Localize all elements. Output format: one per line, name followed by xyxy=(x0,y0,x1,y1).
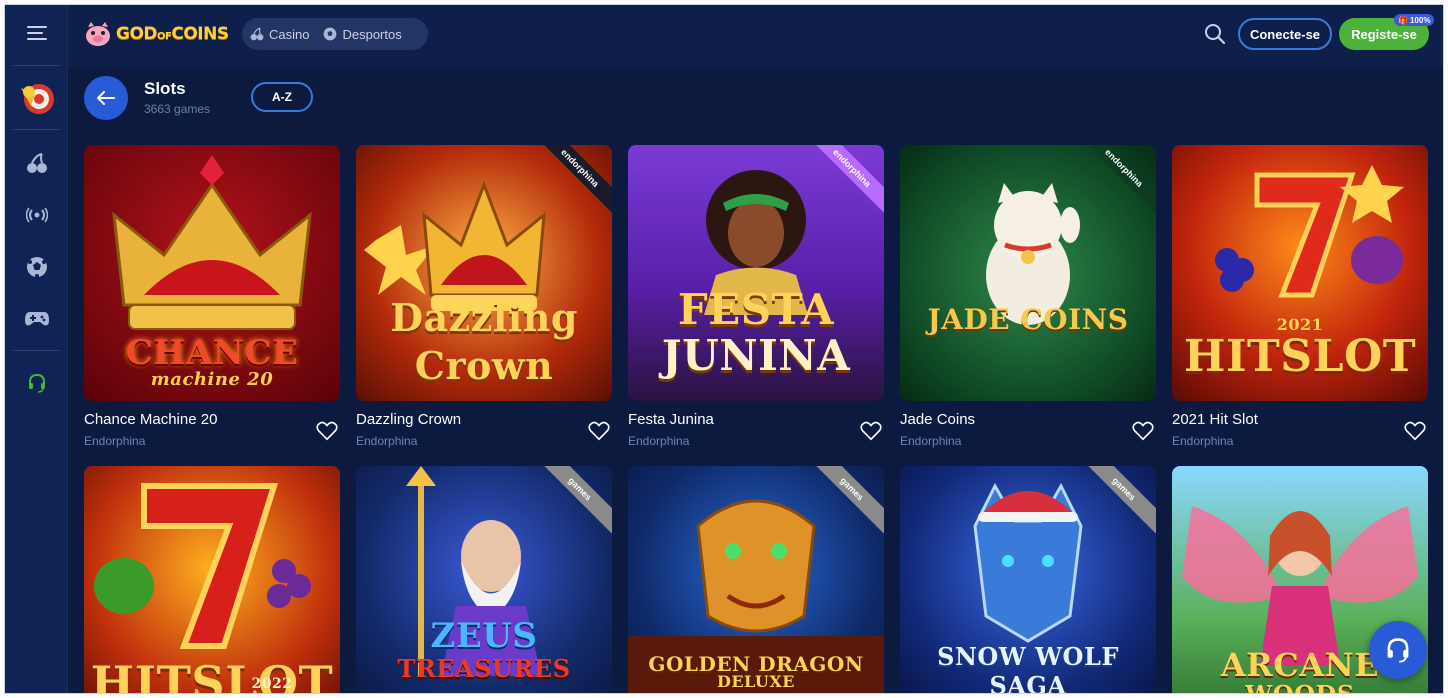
game-thumbnail[interactable]: endorphina FESTA JUNINA xyxy=(628,145,884,401)
main-nav: Casino Desportos xyxy=(242,18,428,50)
menu-icon[interactable] xyxy=(5,10,68,56)
soccer-ball-icon[interactable] xyxy=(5,244,68,290)
game-card[interactable]: CHANCE machine 20 Chance Machine 20 Endo… xyxy=(84,145,340,448)
game-card[interactable]: endorphina Dazzling Crown Dazzling Crown… xyxy=(356,145,612,448)
cherry-icon xyxy=(250,27,264,41)
headset-icon[interactable] xyxy=(5,360,68,406)
art-title: Dazzling xyxy=(390,295,578,340)
favorite-heart-icon[interactable] xyxy=(860,421,882,441)
game-thumbnail[interactable]: CHANCE machine 20 xyxy=(84,145,340,401)
game-provider: Endorphina xyxy=(1172,434,1234,448)
pig-mascot-icon xyxy=(86,22,110,46)
game-title[interactable]: Dazzling Crown xyxy=(356,411,461,428)
cherry-icon[interactable] xyxy=(5,140,68,186)
register-bonus-badge: 🎁 100% xyxy=(1394,14,1435,26)
search-icon[interactable] xyxy=(1204,23,1226,45)
game-card[interactable]: games SNOW WOLF SAGA xyxy=(900,466,1156,694)
art-subtitle: TREASURES xyxy=(397,654,571,683)
game-provider: Endorphina xyxy=(356,434,418,448)
art-subtitle: machine 20 xyxy=(150,369,274,390)
favorite-heart-icon[interactable] xyxy=(588,421,610,441)
game-thumbnail[interactable]: HITSLOT 2022 xyxy=(84,466,340,693)
game-card[interactable]: HITSLOT 2022 xyxy=(84,466,340,693)
game-title[interactable]: Festa Junina xyxy=(628,411,714,428)
art-title: JADE COINS xyxy=(927,303,1129,336)
game-thumbnail[interactable]: games ZEUS TREASURES xyxy=(356,466,612,693)
game-provider: Endorphina xyxy=(628,434,690,448)
gamepad-icon[interactable] xyxy=(5,296,68,342)
sidebar xyxy=(5,5,68,693)
game-thumbnail[interactable]: endorphina JADE COINS xyxy=(900,145,1156,401)
game-card[interactable]: games ZEUS TREASURES xyxy=(356,466,612,693)
art-subtitle: Crown xyxy=(414,343,554,388)
game-thumbnail[interactable]: games SNOW WOLF SAGA xyxy=(900,466,1156,694)
login-button[interactable]: Conecte-se xyxy=(1238,18,1332,50)
headset-icon xyxy=(1387,638,1409,663)
art-title: CHANCE xyxy=(125,333,299,373)
brand-logo[interactable]: GODOFCOINS xyxy=(84,21,229,47)
sort-az-button[interactable]: A-Z xyxy=(251,82,313,112)
game-title[interactable]: Chance Machine 20 xyxy=(84,411,217,428)
page-title: Slots xyxy=(144,79,186,98)
game-title[interactable]: Jade Coins xyxy=(900,411,975,428)
art-title: HITSLOT xyxy=(1183,331,1417,382)
back-button[interactable] xyxy=(84,76,128,120)
nav-casino[interactable]: Casino xyxy=(250,27,309,42)
live-signal-icon[interactable] xyxy=(5,192,68,238)
art-subtitle: JUNINA xyxy=(661,331,851,380)
game-thumbnail[interactable]: endorphina Dazzling Crown xyxy=(356,145,612,401)
soccer-ball-icon xyxy=(324,27,337,41)
game-card[interactable]: endorphina FESTA JUNINA Festa Junina End… xyxy=(628,145,884,448)
art-subtitle: WOODS xyxy=(1172,680,1428,693)
art-subtitle: DELUXE xyxy=(716,672,795,691)
art-title: ZEUS xyxy=(430,616,538,656)
art-title: SNOW WOLF SAGA xyxy=(937,642,1119,694)
game-card[interactable]: games GOLDEN DRAGON DELUXE xyxy=(628,466,884,693)
favorite-heart-icon[interactable] xyxy=(1404,421,1426,441)
live-support-button[interactable] xyxy=(1369,621,1427,679)
nav-sports-label: Desportos xyxy=(342,26,402,42)
favorite-heart-icon[interactable] xyxy=(1132,421,1154,441)
nav-casino-label: Casino xyxy=(269,26,310,42)
game-title[interactable]: 2021 Hit Slot xyxy=(1172,411,1258,428)
art-subtitle: 2022 xyxy=(251,676,293,692)
game-card[interactable]: endorphina JADE COINS Jade Coins Endorph… xyxy=(900,145,1156,448)
game-card[interactable]: 2021 HITSLOT 2021 Hit Slot Endorphina xyxy=(1172,145,1428,448)
lucky-cat-art xyxy=(986,183,1080,325)
game-thumbnail[interactable]: 2021 HITSLOT xyxy=(1172,145,1428,401)
top-header: GODOFCOINS Casino Desportos Conecte-se R… xyxy=(68,5,1443,67)
arrow-left-icon xyxy=(97,91,115,105)
game-count: 3663 games xyxy=(144,102,211,116)
game-thumbnail[interactable]: games GOLDEN DRAGON DELUXE xyxy=(628,466,884,693)
art-title: FESTA xyxy=(677,285,835,334)
app-window: GODOFCOINS Casino Desportos Conecte-se R… xyxy=(4,4,1444,694)
promo-wheel-icon[interactable] xyxy=(5,75,68,121)
game-provider: Endorphina xyxy=(84,434,146,448)
nav-sports[interactable]: Desportos xyxy=(323,26,402,42)
game-provider: Endorphina xyxy=(900,434,962,448)
register-bonus-text: 100% xyxy=(1409,15,1431,25)
favorite-heart-icon[interactable] xyxy=(316,421,338,441)
